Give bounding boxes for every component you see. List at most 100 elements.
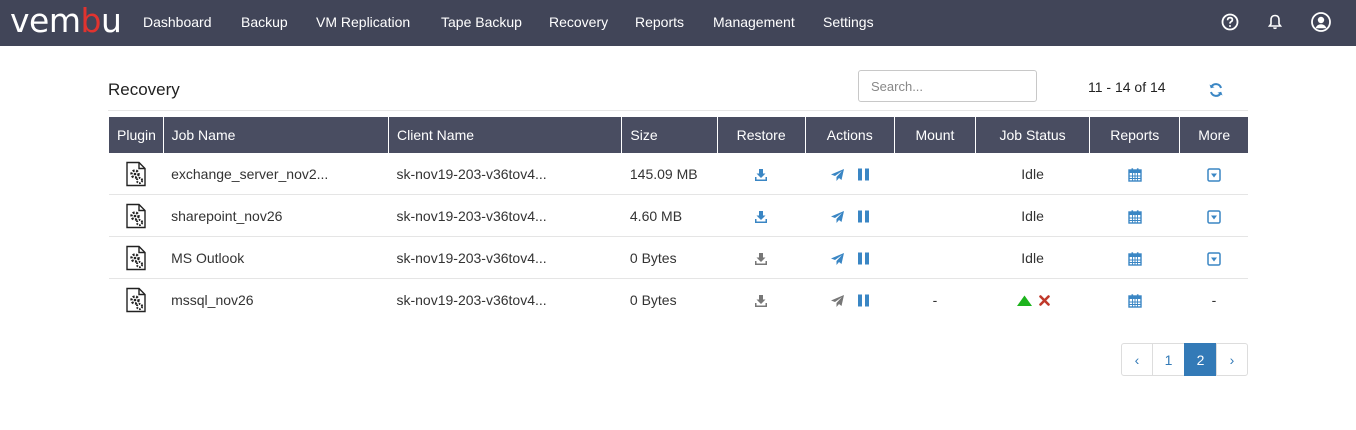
more-cell: [1179, 153, 1248, 195]
plugin-file-gear-icon: [126, 161, 146, 186]
send-icon[interactable]: [830, 210, 845, 224]
col-header-job-name[interactable]: Job Name: [163, 117, 389, 153]
job-name-cell[interactable]: sharepoint_nov26: [163, 194, 389, 237]
table-header-row: Plugin Job Name Client Name Size Restore…: [109, 117, 1248, 153]
more-cell: [1179, 194, 1248, 237]
help-icon[interactable]: [1219, 11, 1241, 33]
table-row: MS Outlook sk-nov19-203-v36tov4... 0 Byt…: [109, 236, 1248, 279]
table-row: exchange_server_nov2... sk-nov19-203-v36…: [109, 153, 1248, 195]
pause-icon[interactable]: [857, 252, 870, 265]
table-body: exchange_server_nov2... sk-nov19-203-v36…: [109, 153, 1248, 320]
nav-recovery[interactable]: Recovery: [549, 14, 608, 30]
actions-cell: [805, 279, 894, 321]
client-name-cell: sk-nov19-203-v36tov4...: [388, 153, 622, 195]
reports-cell: [1089, 236, 1180, 279]
restore-cell: [717, 236, 806, 279]
plugin-cell: [109, 236, 164, 279]
plugin-file-gear-icon: [126, 203, 146, 228]
col-header-plugin[interactable]: Plugin: [109, 117, 164, 153]
pagination: ‹ 1 2 ›: [1121, 343, 1248, 376]
send-icon[interactable]: [830, 168, 845, 182]
col-header-client-name[interactable]: Client Name: [388, 117, 623, 153]
col-header-job-status: Job Status: [975, 117, 1091, 153]
vembu-logo[interactable]: vembu: [10, 1, 122, 40]
col-header-actions: Actions: [805, 117, 895, 153]
dropdown-toggle-icon[interactable]: [1207, 209, 1221, 224]
nav-tape-backup[interactable]: Tape Backup: [441, 14, 522, 30]
download-icon[interactable]: [754, 210, 768, 224]
size-cell: 145.09 MB: [621, 153, 718, 195]
calendar-icon[interactable]: [1128, 209, 1142, 224]
page-title: Recovery: [108, 80, 180, 99]
nav-reports[interactable]: Reports: [635, 14, 684, 30]
dropdown-toggle-icon[interactable]: [1207, 251, 1221, 266]
job-status-cell: Idle: [975, 153, 1090, 195]
restore-cell: [717, 194, 806, 237]
job-name-cell[interactable]: exchange_server_nov2...: [163, 153, 389, 195]
reports-cell: [1090, 279, 1180, 321]
restore-cell: [717, 279, 805, 321]
header-divider: [108, 110, 1248, 111]
nav-vm-replication[interactable]: VM Replication: [316, 14, 410, 30]
recovery-jobs-table: Plugin Job Name Client Name Size Restore…: [109, 117, 1248, 320]
job-status-cell: [975, 279, 1089, 321]
client-name-cell: sk-nov19-203-v36tov4...: [396, 291, 547, 308]
send-disabled-icon: [830, 294, 844, 307]
user-avatar-icon[interactable]: [1310, 11, 1332, 33]
send-icon[interactable]: [830, 252, 845, 266]
pagination-info: 11 - 14 of 14: [1088, 79, 1166, 95]
more-cell: [1179, 236, 1248, 279]
download-icon[interactable]: [754, 168, 768, 182]
download-disabled-icon: [755, 252, 768, 265]
col-header-size[interactable]: Size: [621, 117, 718, 153]
size-cell: 0 Bytes: [629, 291, 677, 308]
actions-cell: [805, 236, 895, 279]
refresh-icon[interactable]: [1208, 82, 1224, 98]
dropdown-toggle-icon[interactable]: [1207, 167, 1221, 182]
pause-icon[interactable]: [857, 210, 870, 223]
bell-icon[interactable]: [1264, 11, 1286, 33]
pagination-page-2-active[interactable]: 2: [1184, 343, 1217, 376]
more-cell: -: [1211, 291, 1217, 308]
col-header-mount: Mount: [894, 117, 976, 153]
actions-cell: [805, 194, 895, 237]
mount-cell: [894, 194, 976, 237]
nav-backup[interactable]: Backup: [241, 14, 288, 30]
calendar-icon[interactable]: [1128, 251, 1142, 266]
logo-text-tail: u: [100, 1, 122, 40]
calendar-icon[interactable]: [1128, 293, 1142, 308]
download-disabled-icon: [755, 294, 768, 307]
col-header-more: More: [1179, 117, 1248, 153]
pagination-page-1[interactable]: 1: [1152, 343, 1185, 376]
nav-settings[interactable]: Settings: [823, 14, 874, 30]
calendar-icon[interactable]: [1128, 167, 1142, 182]
top-navigation-bar: vembu Dashboard Backup VM Replication Ta…: [0, 0, 1356, 46]
client-name-cell: sk-nov19-203-v36tov4...: [388, 236, 622, 279]
col-header-restore: Restore: [717, 117, 806, 153]
pagination-next-button[interactable]: ›: [1216, 343, 1248, 376]
reports-cell: [1089, 194, 1180, 237]
table-row: sharepoint_nov26 sk-nov19-203-v36tov4...…: [109, 194, 1248, 237]
size-cell: 4.60 MB: [621, 194, 718, 237]
mount-cell: -: [932, 291, 938, 308]
col-header-reports: Reports: [1089, 117, 1181, 153]
job-name-cell[interactable]: MS Outlook: [163, 236, 389, 279]
reports-cell: [1089, 153, 1180, 195]
job-status-cell: Idle: [975, 194, 1090, 237]
restore-cell: [717, 153, 806, 195]
plugin-cell: [109, 194, 164, 237]
nav-dashboard[interactable]: Dashboard: [143, 14, 212, 30]
search-input[interactable]: [858, 70, 1037, 102]
pagination-prev-button[interactable]: ‹: [1121, 343, 1153, 376]
logo-text-part: vem: [10, 1, 81, 40]
pause-icon[interactable]: [857, 294, 870, 307]
pause-icon[interactable]: [857, 168, 870, 181]
status-error-x-icon: [1038, 295, 1050, 307]
plugin-cell: [109, 279, 163, 321]
job-name-cell[interactable]: mssql_nov26: [163, 279, 388, 321]
nav-management[interactable]: Management: [713, 14, 795, 30]
size-cell: 0 Bytes: [621, 236, 718, 279]
table-row: mssql_nov26 sk-nov19-203-v36tov4... 0 By…: [109, 279, 1248, 321]
job-status-cell: Idle: [975, 236, 1090, 279]
plugin-file-gear-icon: [126, 287, 146, 312]
